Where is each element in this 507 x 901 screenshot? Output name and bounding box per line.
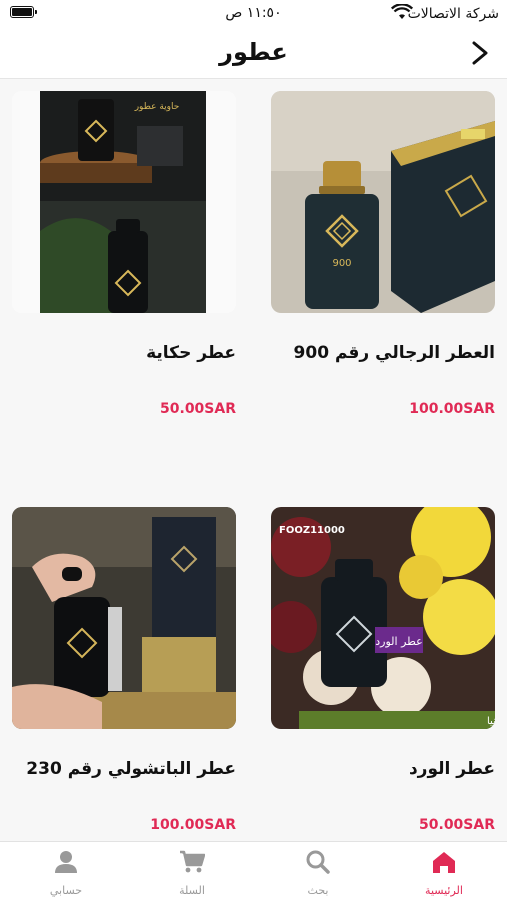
search-icon (306, 850, 330, 874)
page-title: عطور (219, 38, 288, 66)
product-name[interactable]: عطر حكاية (12, 343, 236, 363)
product-name[interactable]: العطر الرجالي رقم 900 (271, 343, 495, 363)
status-time: ١١:٥٠ ص (225, 5, 282, 21)
product-image-caption: مكوناته : الورد الدمشقي والفاوانيا (487, 716, 495, 727)
account-icon (55, 851, 77, 873)
status-bar: شركة الاتصالات ١١:٥٠ ص (0, 0, 507, 28)
product-image[interactable]: عطر الورد FOOZ11000 مكوناته : الورد الدم… (271, 507, 495, 729)
product-image-text: حاوية عطور (134, 102, 180, 112)
product-image-label: عطر الورد (375, 635, 422, 648)
product-image[interactable] (12, 507, 236, 729)
tab-cart[interactable]: السلة (129, 842, 255, 901)
battery-icon (10, 6, 37, 18)
product-price: 50.00SAR (160, 401, 236, 417)
tab-label: حسابي (49, 884, 83, 897)
product-price: 50.00SAR (419, 817, 495, 833)
product-name[interactable]: عطر الباتشولي رقم 230 (12, 759, 236, 779)
cart-icon (180, 850, 205, 873)
product-image[interactable]: 900 (271, 91, 495, 313)
product-image-text: 900 (332, 258, 351, 269)
tab-label: بحث (307, 884, 329, 897)
product-image[interactable]: حاوية عطور (12, 91, 236, 313)
carrier-name: شركة الاتصالات (407, 6, 499, 22)
tab-label: الرئيسية (425, 884, 463, 897)
product-name[interactable]: عطر الورد (271, 759, 495, 779)
tab-label: السلة (179, 884, 205, 897)
tab-search[interactable]: بحث (255, 842, 381, 901)
nav-bar: عطور (0, 28, 507, 79)
tab-home[interactable]: الرئيسية (381, 842, 507, 901)
tab-bar: الرئيسية بحث السلة حسابي (0, 841, 507, 901)
back-chevron-icon[interactable] (467, 38, 493, 68)
home-icon (433, 852, 455, 873)
product-image-text: FOOZ11000 (279, 525, 345, 536)
tab-account[interactable]: حسابي (3, 842, 129, 901)
product-price: 100.00SAR (409, 401, 495, 417)
wifi-icon (391, 4, 413, 19)
product-price: 100.00SAR (150, 817, 236, 833)
